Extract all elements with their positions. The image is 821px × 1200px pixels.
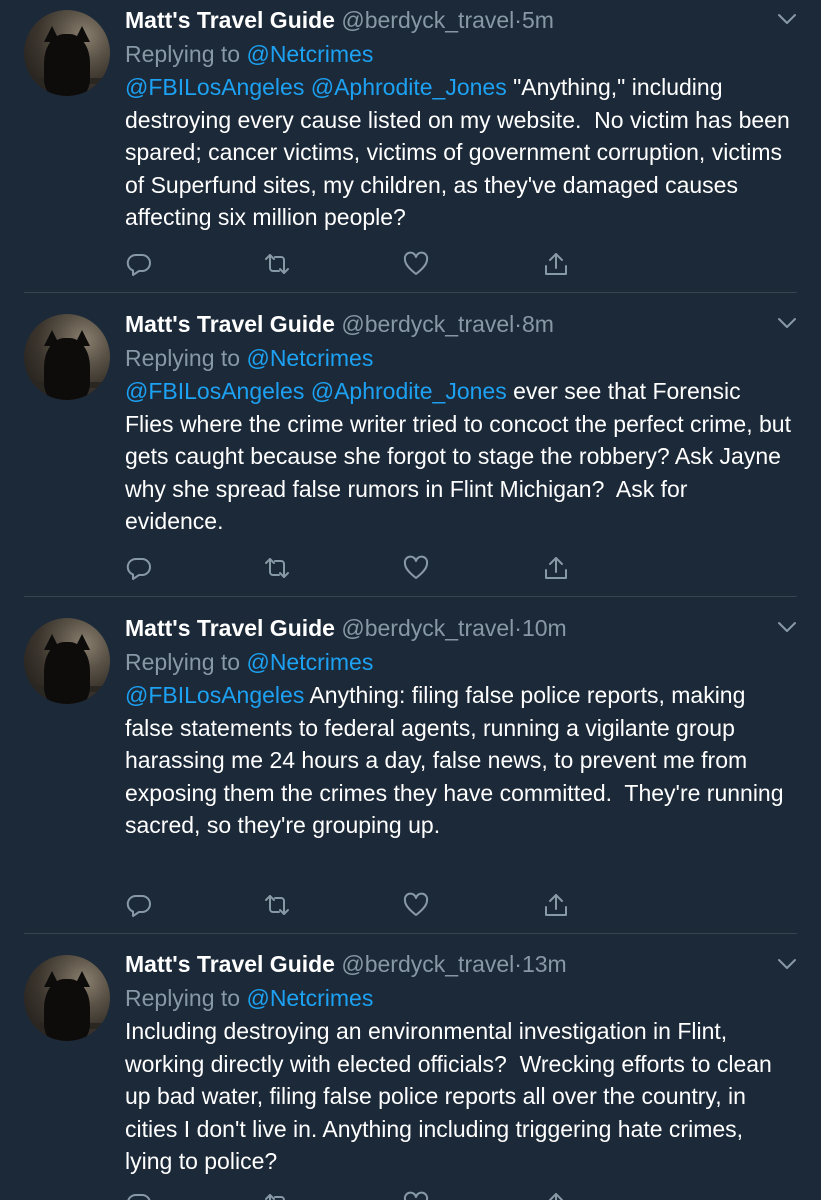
user-handle[interactable]: @berdyck_travel bbox=[341, 615, 514, 641]
reply-icon[interactable] bbox=[125, 554, 153, 582]
tweet-content: Matt's Travel Guide @berdyck_travel·5m R… bbox=[125, 3, 791, 234]
tweet-time[interactable]: 13m bbox=[522, 951, 567, 977]
tweet-actions bbox=[125, 554, 575, 582]
tweet-header: Matt's Travel Guide @berdyck_travel·5m bbox=[125, 3, 791, 37]
separator-dot: · bbox=[514, 7, 522, 33]
like-icon[interactable] bbox=[402, 891, 430, 919]
tweet-actions bbox=[125, 250, 575, 278]
avatar-cat bbox=[44, 34, 90, 96]
user-handle[interactable]: @berdyck_travel bbox=[341, 951, 514, 977]
tweet-divider bbox=[24, 292, 797, 293]
tweet-content: Matt's Travel Guide @berdyck_travel·10m … bbox=[125, 611, 791, 842]
replying-to: Replying to @Netcrimes bbox=[125, 341, 791, 375]
avatar-cat bbox=[44, 642, 90, 704]
user-handle[interactable]: @berdyck_travel bbox=[341, 311, 514, 337]
tweet-body: Including destroying an environmental in… bbox=[125, 1018, 779, 1174]
replying-label: Replying to bbox=[125, 649, 247, 675]
tweet-mentions[interactable]: @FBILosAngeles bbox=[125, 682, 304, 708]
display-name[interactable]: Matt's Travel Guide bbox=[125, 615, 335, 641]
separator-dot: · bbox=[514, 311, 522, 337]
chevron-down-icon[interactable] bbox=[777, 316, 797, 330]
replying-label: Replying to bbox=[125, 41, 247, 67]
cat-avatar[interactable] bbox=[24, 314, 110, 400]
tweet[interactable]: Matt's Travel Guide @berdyck_travel·8m R… bbox=[0, 304, 821, 597]
share-icon[interactable] bbox=[542, 891, 570, 919]
tweet-mentions[interactable]: @FBILosAngeles @Aphrodite_Jones bbox=[125, 378, 507, 404]
reply-icon[interactable] bbox=[125, 1190, 153, 1200]
retweet-icon[interactable] bbox=[263, 1190, 291, 1200]
chevron-down-icon[interactable] bbox=[777, 12, 797, 26]
like-icon[interactable] bbox=[402, 554, 430, 582]
replying-mention[interactable]: @Netcrimes bbox=[246, 649, 373, 675]
tweet-header: Matt's Travel Guide @berdyck_travel·10m bbox=[125, 611, 791, 645]
share-icon[interactable] bbox=[542, 554, 570, 582]
separator-dot: · bbox=[514, 951, 522, 977]
tweet[interactable]: Matt's Travel Guide @berdyck_travel·5m R… bbox=[0, 0, 821, 293]
replying-mention[interactable]: @Netcrimes bbox=[246, 41, 373, 67]
separator-dot: · bbox=[514, 615, 522, 641]
tweet[interactable]: Matt's Travel Guide @berdyck_travel·13m … bbox=[0, 945, 821, 1200]
tweet-text: Including destroying an environmental in… bbox=[125, 1015, 791, 1178]
like-icon[interactable] bbox=[402, 250, 430, 278]
tweet[interactable]: Matt's Travel Guide @berdyck_travel·10m … bbox=[0, 608, 821, 934]
cat-avatar[interactable] bbox=[24, 10, 110, 96]
like-icon[interactable] bbox=[402, 1190, 430, 1200]
cat-avatar[interactable] bbox=[24, 955, 110, 1041]
tweet-text: @FBILosAngeles Anything: filing false po… bbox=[125, 679, 791, 842]
tweet-divider bbox=[24, 933, 797, 934]
retweet-icon[interactable] bbox=[263, 891, 291, 919]
share-icon[interactable] bbox=[542, 250, 570, 278]
display-name[interactable]: Matt's Travel Guide bbox=[125, 311, 335, 337]
replying-to: Replying to @Netcrimes bbox=[125, 37, 791, 71]
tweet-actions bbox=[125, 891, 575, 919]
tweet-content: Matt's Travel Guide @berdyck_travel·13m … bbox=[125, 947, 791, 1178]
tweet-text: @FBILosAngeles @Aphrodite_Jones ever see… bbox=[125, 375, 791, 538]
replying-mention[interactable]: @Netcrimes bbox=[246, 345, 373, 371]
retweet-icon[interactable] bbox=[263, 554, 291, 582]
retweet-icon[interactable] bbox=[263, 250, 291, 278]
replying-to: Replying to @Netcrimes bbox=[125, 645, 791, 679]
tweet-time[interactable]: 10m bbox=[522, 615, 567, 641]
display-name[interactable]: Matt's Travel Guide bbox=[125, 951, 335, 977]
tweet-actions bbox=[125, 1190, 575, 1200]
user-handle[interactable]: @berdyck_travel bbox=[341, 7, 514, 33]
tweet-text: @FBILosAngeles @Aphrodite_Jones "Anythin… bbox=[125, 71, 791, 234]
cat-avatar[interactable] bbox=[24, 618, 110, 704]
display-name[interactable]: Matt's Travel Guide bbox=[125, 7, 335, 33]
replying-label: Replying to bbox=[125, 345, 247, 371]
tweet-header: Matt's Travel Guide @berdyck_travel·13m bbox=[125, 947, 791, 981]
tweet-divider bbox=[24, 596, 797, 597]
tweet-time[interactable]: 8m bbox=[522, 311, 554, 337]
reply-icon[interactable] bbox=[125, 250, 153, 278]
timeline: Matt's Travel Guide @berdyck_travel·5m R… bbox=[0, 0, 821, 1200]
tweet-mentions[interactable]: @FBILosAngeles @Aphrodite_Jones bbox=[125, 74, 507, 100]
replying-mention[interactable]: @Netcrimes bbox=[246, 985, 373, 1011]
tweet-header: Matt's Travel Guide @berdyck_travel·8m bbox=[125, 307, 791, 341]
tweet-time[interactable]: 5m bbox=[522, 7, 554, 33]
reply-icon[interactable] bbox=[125, 891, 153, 919]
replying-to: Replying to @Netcrimes bbox=[125, 981, 791, 1015]
chevron-down-icon[interactable] bbox=[777, 620, 797, 634]
tweet-content: Matt's Travel Guide @berdyck_travel·8m R… bbox=[125, 307, 791, 538]
share-icon[interactable] bbox=[542, 1190, 570, 1200]
avatar-cat bbox=[44, 338, 90, 400]
replying-label: Replying to bbox=[125, 985, 247, 1011]
chevron-down-icon[interactable] bbox=[777, 957, 797, 971]
avatar-cat bbox=[44, 979, 90, 1041]
